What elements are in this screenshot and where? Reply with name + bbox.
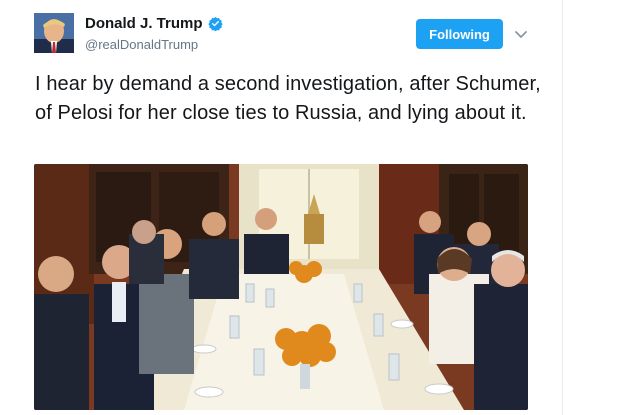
chevron-down-icon[interactable] [514, 27, 528, 41]
author-name-line: Donald J. Trump [85, 15, 223, 32]
author-handle[interactable]: @realDonaldTrump [85, 37, 198, 52]
following-button[interactable]: Following [416, 19, 503, 49]
tweet-card: Donald J. Trump @realDonaldTrump Followi… [0, 0, 563, 415]
avatar[interactable] [34, 13, 74, 53]
verified-badge-icon [207, 16, 223, 32]
tweet-photo[interactable] [34, 164, 528, 410]
tweet-text: I hear by demand a second investigation,… [35, 73, 541, 124]
author-display-name[interactable]: Donald J. Trump [85, 15, 203, 32]
